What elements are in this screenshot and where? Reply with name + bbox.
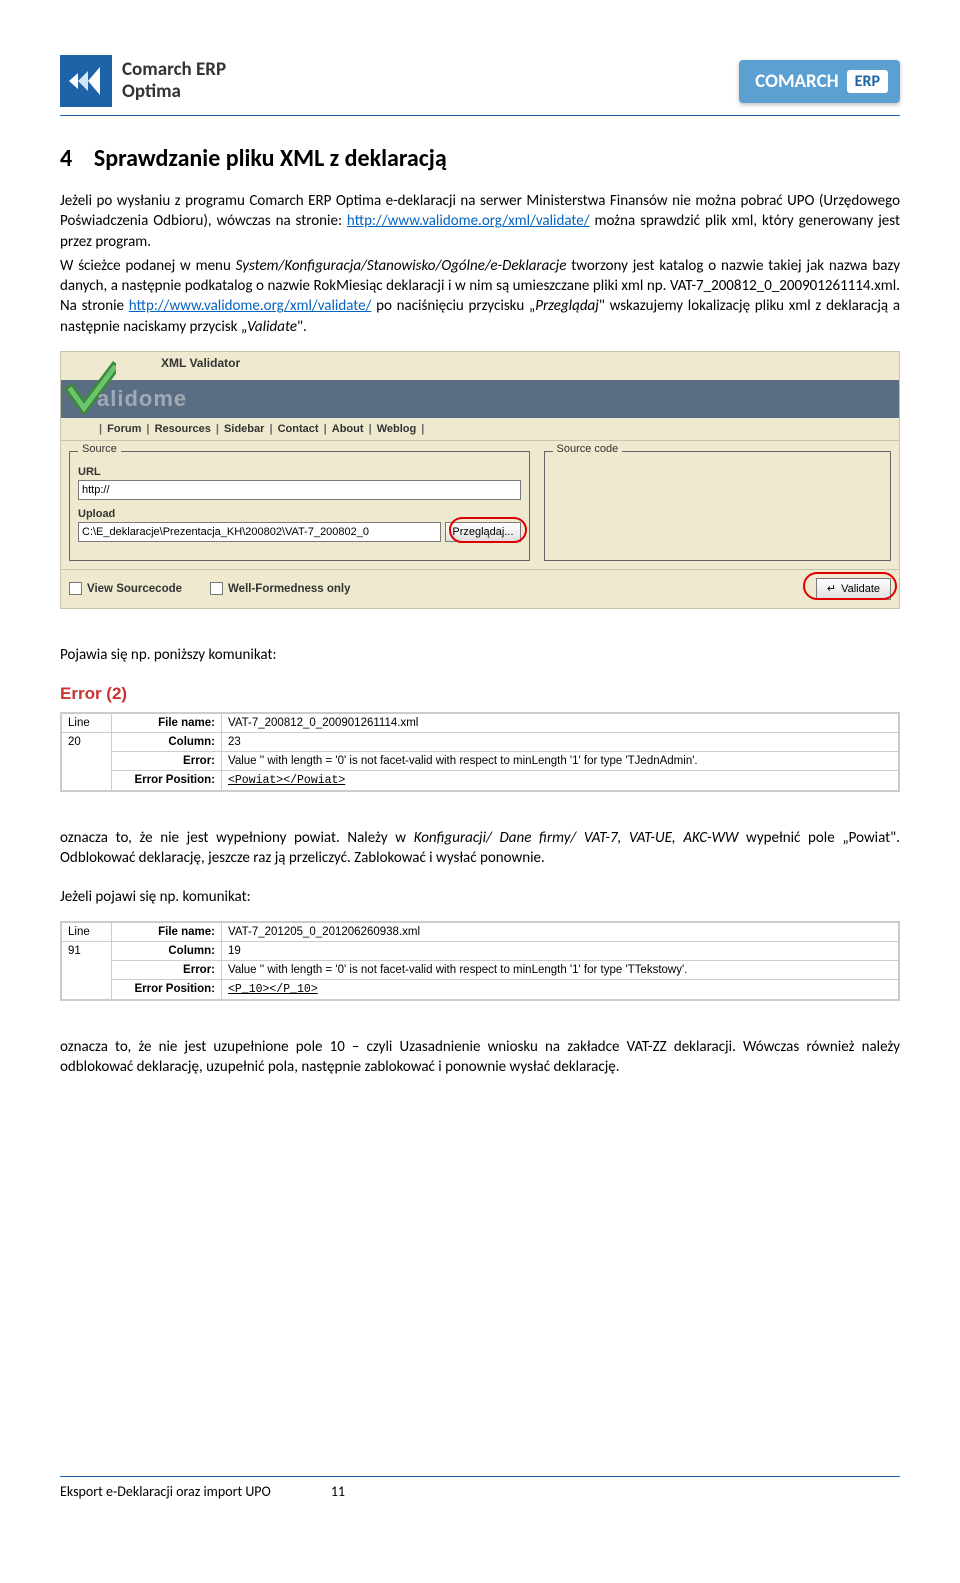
paragraph-5: Jeżeli pojawi się np. komunikat: (60, 887, 900, 907)
errpos-label: Error Position: (112, 771, 222, 791)
checkbox-icon (69, 582, 82, 595)
wellformedness-option[interactable]: Well-Formedness only (210, 582, 350, 595)
error-table-2: Line File name: VAT-7_201205_0_201206260… (60, 921, 900, 1001)
sourcecode-legend: Source code (553, 443, 623, 455)
errpos-value: <P_10></P_10> (222, 979, 899, 999)
logo-left: Comarch ERP Optima (60, 55, 226, 107)
heading-number: 4 (60, 144, 72, 173)
error-value: Value '' with length = '0' is not facet-… (222, 960, 899, 979)
upload-input[interactable] (78, 522, 441, 542)
column-label: Column: (112, 733, 222, 752)
nav-resources[interactable]: Resources (155, 423, 211, 435)
file-value: VAT-7_201205_0_201206260938.xml (222, 922, 899, 941)
url-label: URL (78, 466, 521, 478)
page-header: Comarch ERP Optima COMARCH ERP (60, 55, 900, 116)
section-heading: 4 Sprawdzanie pliku XML z deklaracją (60, 144, 900, 173)
page-footer: Eksport e-Deklaracji oraz import UPO 11 (60, 1476, 900, 1500)
brand-right-text: COMARCH (755, 70, 839, 93)
errpos-value: <Powiat></Powiat> (222, 771, 899, 791)
file-label: File name: (112, 714, 222, 733)
checkbox-icon (210, 582, 223, 595)
link-validome-2[interactable]: http://www.validome.org/xml/validate/ (129, 297, 372, 315)
heading-title: Sprawdzanie pliku XML z deklaracją (94, 144, 447, 173)
logo-text: Comarch ERP Optima (122, 59, 226, 103)
file-value: VAT-7_200812_0_200901261114.xml (222, 714, 899, 733)
optima-logo-icon (60, 55, 112, 107)
nav-contact[interactable]: Contact (278, 423, 319, 435)
error-table-1: Line File name: VAT-7_200812_0_200901261… (60, 712, 900, 792)
sourcecode-fieldset: Source code (544, 451, 891, 561)
source-legend: Source (78, 443, 121, 455)
error-heading: Error (2) (60, 679, 900, 712)
footer-title: Eksport e-Deklaracji oraz import UPO (60, 1483, 271, 1500)
url-input[interactable] (78, 480, 521, 500)
line-value: 20 (62, 733, 112, 791)
nav-sidebar[interactable]: Sidebar (224, 423, 264, 435)
col-line-header: Line (62, 714, 112, 733)
brand-line1: Comarch ERP (122, 59, 226, 81)
view-sourcecode-option[interactable]: View Sourcecode (69, 582, 182, 595)
column-value: 23 (222, 733, 899, 752)
comarch-erp-badge: COMARCH ERP (739, 60, 900, 103)
upload-label: Upload (78, 508, 521, 520)
validator-title: XML Validator (161, 356, 240, 370)
link-validome-1[interactable]: http://www.validome.org/xml/validate/ (347, 212, 590, 230)
paragraph-2: W ścieżce podanej w menu System/Konfigur… (60, 256, 900, 337)
validator-nav: | Forum | Resources | Sidebar | Contact … (61, 418, 899, 441)
nav-forum[interactable]: Forum (107, 423, 141, 435)
paragraph-3: Pojawia się np. poniższy komunikat: (60, 645, 900, 665)
nav-weblog[interactable]: Weblog (377, 423, 417, 435)
source-fieldset: Source URL Upload Przeglądaj... (69, 451, 530, 561)
paragraph-1: Jeżeli po wysłaniu z programu Comarch ER… (60, 191, 900, 252)
xml-validator-app: XML Validator alidome | Forum | Resource… (60, 351, 900, 609)
column-value: 19 (222, 941, 899, 960)
error-label: Error: (112, 752, 222, 771)
col-line-header: Line (62, 922, 112, 941)
errpos-label: Error Position: (112, 979, 222, 999)
file-label: File name: (112, 922, 222, 941)
error-label: Error: (112, 960, 222, 979)
column-label: Column: (112, 941, 222, 960)
browse-button[interactable]: Przeglądaj... (445, 522, 520, 542)
enter-icon: ↵ (827, 582, 836, 595)
footer-page-number: 11 (331, 1483, 345, 1500)
erp-pill: ERP (847, 70, 888, 93)
error-value: Value '' with length = '0' is not facet-… (222, 752, 899, 771)
nav-about[interactable]: About (332, 423, 364, 435)
paragraph-4: oznacza to, że nie jest wypełniony powia… (60, 828, 900, 869)
validate-button[interactable]: ↵ Validate (816, 578, 891, 600)
validome-brand: alidome (97, 386, 187, 412)
brand-line2: Optima (122, 81, 226, 103)
paragraph-6: oznacza to, że nie jest uzupełnione pole… (60, 1037, 900, 1078)
line-value: 91 (62, 941, 112, 999)
